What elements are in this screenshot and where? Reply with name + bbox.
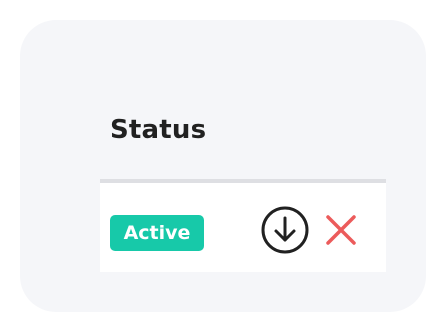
- download-button[interactable]: [260, 205, 310, 255]
- close-icon: [326, 215, 356, 245]
- download-icon: [261, 206, 309, 254]
- delete-button[interactable]: [316, 205, 366, 255]
- status-column-header: Status: [110, 115, 207, 145]
- status-badge: Active: [110, 215, 204, 251]
- table-row: Active: [100, 183, 386, 272]
- status-card: Status Active: [20, 20, 426, 312]
